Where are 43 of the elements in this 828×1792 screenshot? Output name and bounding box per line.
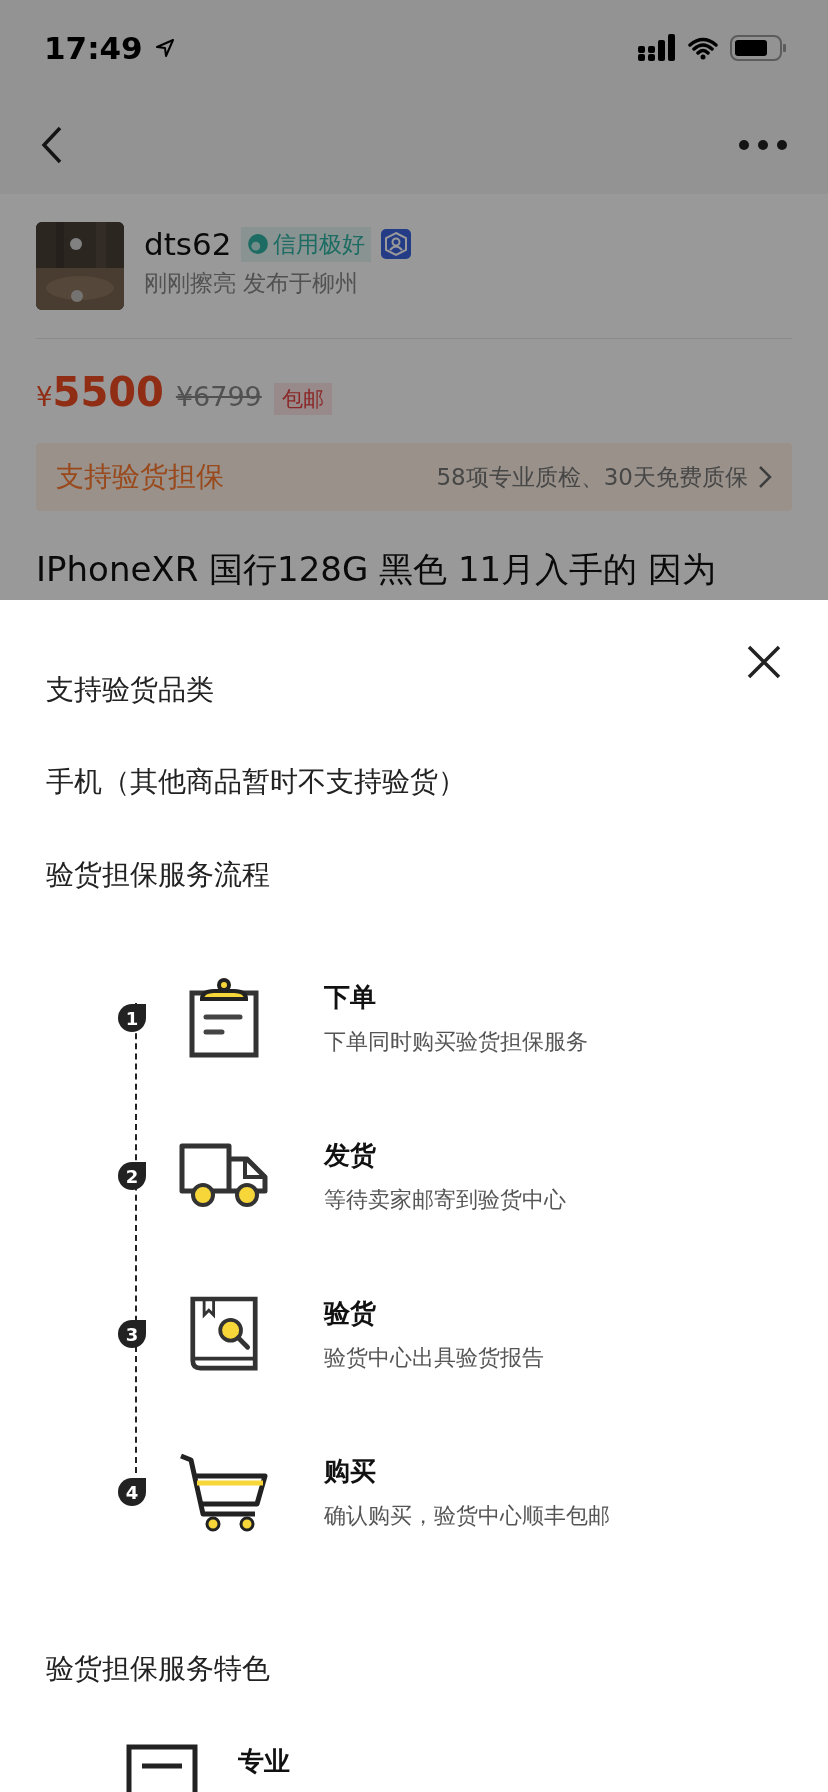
shipping-tag: 包邮 <box>273 383 332 415</box>
step-description: 确认购买，验货中心顺丰包邮 <box>324 1501 610 1530</box>
battery-icon <box>730 34 788 62</box>
guarantee-banner[interactable]: 支持验货担保 58项专业质检、30天免费质保 <box>36 443 792 511</box>
seller-name: dts62 <box>144 226 232 262</box>
price-currency: ¥ <box>36 382 53 412</box>
cart-icon <box>179 1452 269 1533</box>
status-time: 17:49 <box>44 30 143 66</box>
book-magnifier-icon <box>189 1296 259 1373</box>
step-number: 4 <box>118 1478 146 1507</box>
wifi-icon <box>688 36 718 60</box>
truck-icon <box>179 1143 269 1210</box>
section-heading: 验货担保服务流程 <box>46 856 270 893</box>
verified-user-icon <box>381 229 412 259</box>
back-button[interactable] <box>40 125 64 165</box>
step-title: 购买 <box>324 1454 377 1488</box>
item-title: IPhoneXR 国行128G 黑色 11月入手的 因为 <box>36 548 717 591</box>
step-title: 下单 <box>324 980 377 1014</box>
step-title: 验货 <box>324 1296 377 1330</box>
step-description: 下单同时购买验货担保服务 <box>324 1027 588 1056</box>
chevron-right-icon <box>758 465 772 489</box>
document-icon <box>126 1743 198 1792</box>
location-arrow-icon <box>154 38 175 58</box>
category-text: 手机（其他商品暂时不支持验货） <box>46 764 466 801</box>
clipboard-icon <box>188 977 260 1060</box>
step-number: 2 <box>118 1162 146 1191</box>
original-price: ¥6799 <box>175 381 262 412</box>
more-button[interactable] <box>738 139 788 151</box>
step-description: 等待卖家邮寄到验货中心 <box>324 1185 566 1214</box>
step-number: 3 <box>118 1320 146 1349</box>
seller-subtitle: 刚刚擦亮 发布于柳州 <box>144 269 360 298</box>
current-price: 5500 <box>52 369 164 415</box>
step-title: 发货 <box>324 1138 377 1172</box>
banner-title: 支持验货担保 <box>56 459 225 495</box>
close-button[interactable] <box>746 644 782 680</box>
credit-badge: 信用极好 <box>241 226 372 262</box>
step-description: 验货中心出具验货报告 <box>324 1343 544 1372</box>
banner-detail: 58项专业质检、30天免费质保 <box>436 462 748 492</box>
section-heading: 支持验货品类 <box>46 672 214 708</box>
section-heading: 验货担保服务特色 <box>46 1651 270 1688</box>
feature-title: 专业 <box>238 1744 290 1778</box>
step-number: 1 <box>118 1004 146 1033</box>
signal-icon <box>638 34 676 62</box>
